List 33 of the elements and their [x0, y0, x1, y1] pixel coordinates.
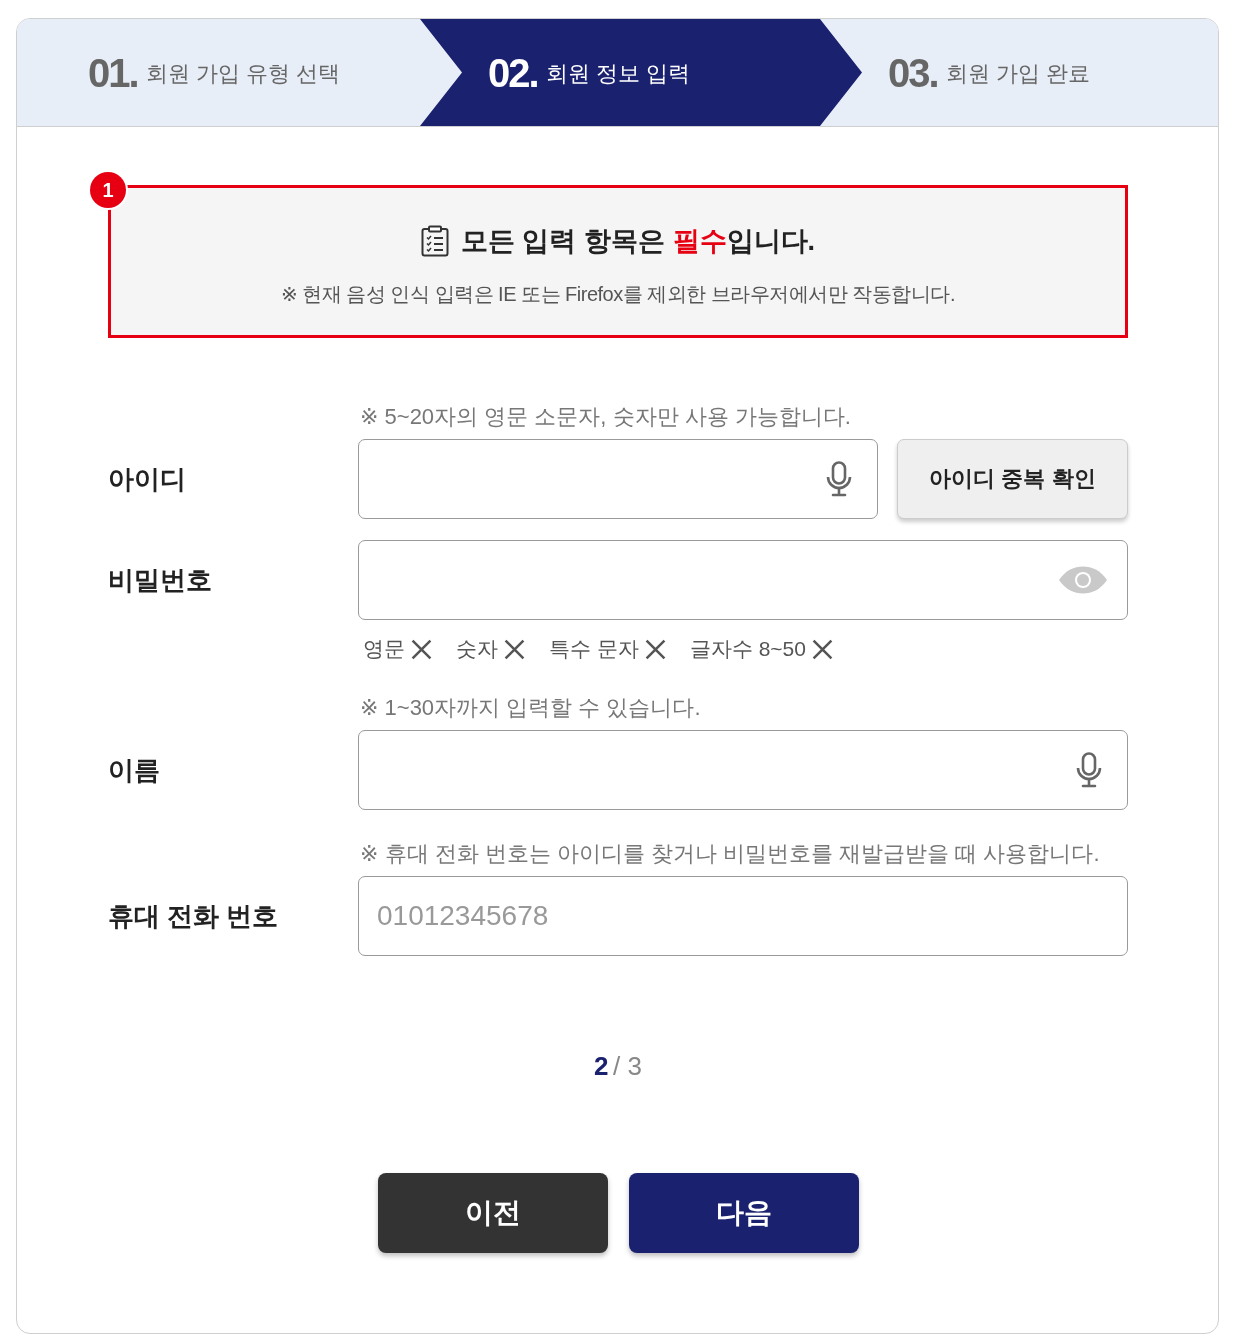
duplicate-check-button[interactable]: 아이디 중복 확인: [897, 439, 1128, 519]
eye-icon[interactable]: [1058, 566, 1108, 594]
field-label: 비밀번호: [108, 563, 213, 597]
current-page: 2: [594, 1051, 609, 1081]
step-number: 01.: [88, 52, 138, 93]
number-badge: 1: [90, 172, 126, 208]
step-label: 회원 정보 입력: [545, 60, 690, 88]
input-field[interactable]: [358, 540, 1128, 620]
field-hint: ※ 1~30자까지 입력할 수 있습니다.: [360, 694, 702, 722]
page-total: / 3: [613, 1051, 642, 1081]
input-field[interactable]: 01012345678: [358, 876, 1128, 956]
step-number: 02.: [488, 52, 538, 93]
step-label: 회원 가입 유형 선택: [145, 60, 340, 88]
notice-title: 모든 입력 항목은 필수입니다.: [461, 225, 815, 258]
field-hint: ※ 5~20자의 영문 소문자, 숫자만 사용 가능합니다.: [360, 403, 852, 431]
microphone-icon[interactable]: [825, 461, 853, 497]
input-field[interactable]: [358, 730, 1128, 810]
password-rule: 영문: [363, 636, 405, 662]
password-rule: 글자수 8~50: [689, 636, 806, 662]
field-label: 이름: [108, 753, 161, 787]
input-field[interactable]: [358, 439, 878, 519]
microphone-icon[interactable]: [1075, 752, 1103, 788]
password-rule: 특수 문자: [549, 636, 639, 662]
notice-note: ※ 현재 음성 인식 입력은 IE 또는 Firefox를 제외한 브라우저에서만 작동합니다.: [280, 282, 956, 307]
field-hint: ※ 휴대 전화 번호는 아이디를 찾거나 비밀번호를 재발급받을 때 사용합니다.: [360, 840, 1101, 868]
step-label: 회원 가입 완료: [945, 60, 1090, 88]
next-button[interactable]: 다음: [628, 1173, 859, 1253]
field-label: 휴대 전화 번호: [108, 899, 280, 933]
clipboard-icon: [421, 225, 449, 257]
field-label: 아이디: [108, 462, 187, 496]
previous-button[interactable]: 이전: [377, 1173, 608, 1253]
step-number: 03.: [888, 52, 938, 93]
password-rule: 숫자: [456, 636, 498, 662]
